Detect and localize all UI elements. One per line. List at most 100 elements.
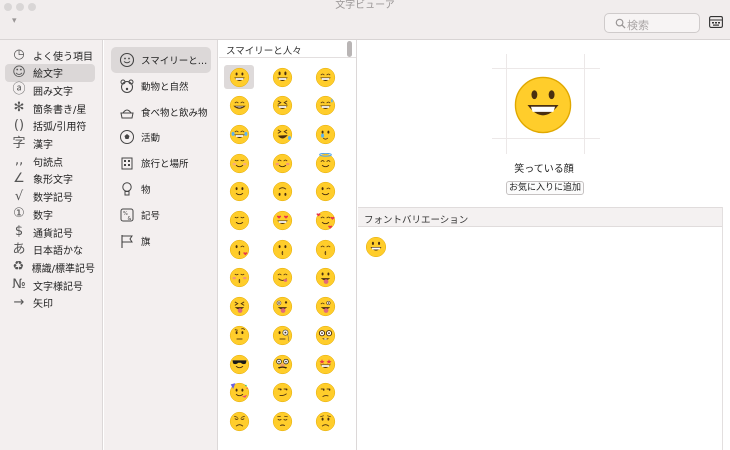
keyboard-viewer-icon[interactable] — [709, 16, 723, 28]
sidebar-item[interactable]: ⓐ 囲み文字 — [5, 81, 95, 99]
sidebar-item-label: 象形文字 — [33, 175, 73, 187]
emoji-rofl[interactable] — [267, 122, 297, 146]
emoji-partying[interactable] — [224, 381, 254, 405]
emoji-worried[interactable] — [310, 409, 340, 433]
sidebar-item[interactable]: 字漢字 — [5, 135, 95, 153]
emoji-joy[interactable] — [224, 122, 254, 146]
sidebar-item-label: 矢印 — [33, 299, 53, 311]
sidebar-item[interactable]: ‚‚ 句読点 — [5, 152, 95, 170]
emoji-pensive[interactable] — [267, 409, 297, 433]
emoji-nerd[interactable] — [310, 323, 340, 347]
emoji-raised-eyebrow[interactable] — [224, 323, 254, 347]
category-item[interactable]: 食べ物と飲み物 — [111, 99, 211, 125]
emoji-wink-tongue[interactable] — [310, 295, 340, 319]
divider — [722, 207, 723, 450]
sidebar-item[interactable]: √ 数学記号 — [5, 188, 95, 206]
window-title: 文字ビューア — [335, 0, 395, 11]
category-item[interactable]: 活動 — [111, 124, 211, 150]
emoji-kissing-smiling-eyes[interactable] — [310, 237, 340, 261]
sidebar-item-icon: № — [12, 277, 26, 293]
sidebar-item[interactable]: () 括弧/引用符 — [5, 117, 95, 135]
title-bar: 文字ビューア ▾ 検索 — [0, 0, 730, 40]
sidebar-item-icon: ⓐ — [12, 82, 26, 98]
add-to-favorites-button[interactable]: お気に入りに追加 — [506, 181, 584, 195]
sidebar-item[interactable]: ☺ 絵文字 — [5, 63, 95, 82]
emoji-kissing-closed-eyes[interactable] — [224, 266, 254, 290]
emoji-tongue[interactable] — [310, 266, 340, 290]
soccer-ball-icon — [119, 129, 135, 145]
sidebar-item[interactable]: → 矢印 — [5, 294, 95, 312]
sidebar-item-icon: √ — [14, 188, 24, 204]
emoji-smirk[interactable] — [267, 381, 297, 405]
emoji-smiling-hearts[interactable] — [310, 209, 340, 233]
emoji-face-holding-tears[interactable] — [310, 122, 340, 146]
category-item[interactable]: % & 記号 — [111, 202, 211, 228]
emoji-grin[interactable] — [224, 94, 254, 118]
category-item[interactable]: 旅行と場所 — [111, 150, 211, 176]
emoji-relaxed[interactable] — [224, 151, 254, 175]
sidebar-item[interactable]: ✻ 箇条書き/星 — [5, 99, 95, 117]
view-menu-chevron-icon[interactable]: ▾ — [12, 16, 17, 26]
grid-section-header: スマイリーと人々 — [226, 46, 302, 57]
sidebar-item-icon: ♻ — [12, 259, 25, 275]
category-item[interactable]: スマイリーと… — [111, 47, 211, 73]
sidebar-item-icon: 字 — [12, 135, 26, 151]
emoji-innocent[interactable] — [310, 151, 340, 175]
category-item[interactable]: 旗 — [111, 228, 211, 254]
emoji-grinning[interactable] — [224, 65, 254, 89]
emoji-upside-down[interactable] — [267, 180, 297, 204]
emoji-zany[interactable] — [267, 295, 297, 319]
sidebar-item[interactable]: あ日本語かな — [5, 241, 95, 259]
emoji-unamused[interactable] — [310, 381, 340, 405]
symbols-icon: % & — [119, 207, 135, 223]
emoji-kissing[interactable] — [267, 237, 297, 261]
emoji-heart-eyes[interactable] — [267, 209, 297, 233]
sidebar-item-icon: ◷ — [13, 47, 25, 62]
emoji-star-struck[interactable] — [310, 352, 340, 376]
category-label: 物 — [141, 185, 151, 196]
sidebar-item-icon: → — [13, 294, 25, 310]
sidebar-item-label: 数学記号 — [33, 193, 73, 205]
font-variations-header: フォントバリエーション — [358, 207, 722, 227]
emoji-smile[interactable] — [310, 65, 340, 89]
svg-text:&: & — [128, 216, 132, 222]
emoji-wink[interactable] — [310, 180, 340, 204]
search-field[interactable]: 検索 — [604, 13, 700, 33]
font-variation-emoji[interactable] — [365, 236, 387, 258]
sidebar-item-label: 箇条書き/星 — [33, 104, 87, 116]
sidebar-item[interactable]: ◷ よく使う項目 — [5, 46, 95, 64]
emoji-laughing[interactable] — [267, 94, 297, 118]
emoji-sunglasses[interactable] — [224, 352, 254, 376]
category-label: 動物と自然 — [141, 81, 189, 93]
bear-icon — [119, 78, 135, 94]
emoji-disappointed[interactable] — [224, 409, 254, 433]
category-item[interactable]: 動物と自然 — [111, 73, 211, 99]
sidebar-item[interactable]: № 文字様記号 — [5, 276, 95, 294]
category-label: 活動 — [141, 133, 161, 145]
emoji-relieved[interactable] — [224, 209, 254, 233]
sidebar-item-label: 漢字 — [33, 140, 53, 151]
category-item[interactable]: 物 — [111, 176, 211, 202]
building-icon — [119, 155, 135, 171]
emoji-slightly-smiling[interactable] — [224, 180, 254, 204]
emoji-monocle[interactable] — [267, 323, 297, 347]
emoji-yum[interactable] — [267, 266, 297, 290]
emoji-squint-tongue[interactable] — [224, 295, 254, 319]
sidebar-item-icon: ‚‚ — [14, 153, 24, 169]
sidebar-item[interactable]: $ 通貨記号 — [5, 223, 95, 241]
grid-scrollbar[interactable] — [347, 41, 352, 57]
search-icon — [615, 18, 626, 29]
emoji-disguised[interactable] — [267, 352, 297, 376]
sidebar-item[interactable]: ① 数字 — [5, 205, 95, 223]
sidebar-item-icon: ☺ — [12, 64, 26, 80]
search-input[interactable]: 検索 — [627, 17, 649, 33]
emoji-smiley[interactable] — [267, 65, 297, 89]
divider — [219, 57, 356, 58]
lightbulb-icon — [119, 181, 135, 197]
sidebar-item[interactable]: ♻ 標識/標準記号 — [5, 258, 95, 276]
emoji-sweat-smile[interactable] — [310, 94, 340, 118]
emoji-kissing-heart[interactable] — [224, 237, 254, 261]
emoji-blush[interactable] — [267, 151, 297, 175]
sidebar-item-icon: $ — [14, 224, 24, 239]
sidebar-item[interactable]: ∠ 象形文字 — [5, 170, 95, 188]
